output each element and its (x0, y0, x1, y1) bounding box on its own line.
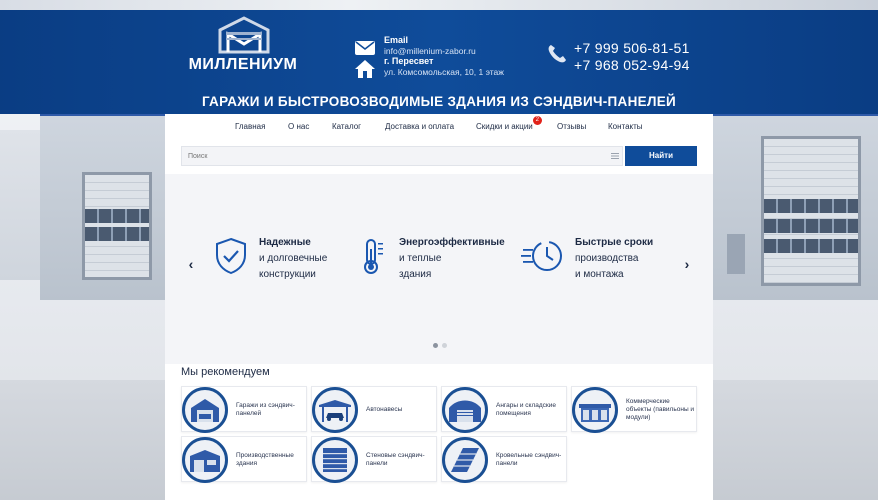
card-commercial[interactable]: Коммерческие объекты (павильоны и модули… (571, 386, 697, 433)
slider-dot-2[interactable] (442, 343, 447, 348)
slider-next-button[interactable]: › (677, 254, 697, 274)
carport-icon (319, 400, 351, 422)
discounts-badge: 2 (532, 116, 542, 125)
nav-item-delivery[interactable]: Доставка и оплата (385, 122, 454, 131)
thermometer-icon (364, 239, 383, 274)
phone-icon (548, 45, 566, 63)
phone-number-1[interactable]: +7 999 506-81-51 (574, 40, 690, 56)
logo-text: МИЛЛЕНИУМ (188, 56, 298, 73)
feature-fast-line2: производства (575, 253, 639, 264)
nav-item-about[interactable]: О нас (288, 122, 309, 131)
recommend-title: Мы рекомендуем (181, 366, 270, 378)
search-bar: Найти (181, 146, 697, 166)
envelope-icon (355, 41, 375, 55)
nav-item-contacts[interactable]: Контакты (608, 122, 643, 131)
garage-door (761, 136, 861, 286)
email-value[interactable]: info@millenium-zabor.ru (384, 46, 476, 56)
slider-dots (433, 343, 453, 349)
email-label: Email (384, 35, 409, 45)
address-city: г. Пересвет (384, 56, 434, 66)
feature-reliable: Надежные и долговечные конструкции (213, 233, 343, 285)
phone-number-2[interactable]: +7 968 052-94-94 (574, 57, 690, 73)
card-carports-label: Автонавесы (366, 406, 403, 413)
header-slogan: ГАРАЖИ И БЫСТРОВОЗВОДИМЫЕ ЗДАНИЯ ИЗ СЭНД… (201, 94, 677, 109)
contact-address: г. Пересвет ул. Комсомольская, 10, 1 эта… (354, 56, 534, 80)
nav-item-discounts-label: Скидки и акции (476, 122, 533, 131)
top-stripe (0, 0, 878, 10)
feature-reliable-line3: конструкции (259, 269, 316, 280)
site-header: МИЛЛЕНИУМ Email info@millenium-zabor.ru … (0, 10, 878, 114)
address-street: ул. Комсомольская, 10, 1 этаж (384, 67, 504, 77)
feature-energy-line2: и теплые (399, 253, 442, 264)
card-wall-panels-label: Стеновые сэндвич-панели (366, 452, 425, 467)
card-carports[interactable]: Автонавесы (311, 386, 437, 433)
card-roof-panels-label: Кровельные сэндвич-панели (496, 452, 562, 467)
roof-panel-icon (451, 448, 479, 472)
hangar-icon (449, 400, 481, 422)
nav-item-catalog[interactable]: Каталог (332, 122, 361, 131)
content-panel: Главная О нас Каталог Доставка и оплата … (165, 114, 713, 500)
background-warehouse-left (0, 110, 170, 500)
feature-reliable-title: Надежные (259, 237, 311, 248)
logo[interactable]: МИЛЛЕНИУМ (186, 16, 300, 78)
search-button[interactable]: Найти (625, 146, 697, 166)
background-warehouse-right (713, 110, 878, 500)
feature-fast: Быстрые сроки производства и монтажа (521, 233, 671, 285)
search-input[interactable] (181, 146, 623, 166)
card-hangars[interactable]: Ангары и складские помещения (441, 386, 567, 433)
card-garages[interactable]: Гаражи из сэндвич-панелей (181, 386, 307, 433)
main-nav: Главная О нас Каталог Доставка и оплата … (165, 114, 713, 140)
card-roof-panels[interactable]: Кровельные сэндвич-панели (441, 436, 567, 483)
nav-item-discounts[interactable]: Скидки и акции 2 (476, 116, 542, 131)
nav-item-home[interactable]: Главная (235, 122, 265, 131)
pavilion-icon (579, 404, 611, 422)
card-industrial[interactable]: Производственные здания (181, 436, 307, 483)
slider-prev-button[interactable]: ‹ (181, 254, 201, 274)
card-commercial-label: Коммерческие объекты (павильоны и модули… (626, 398, 695, 421)
feature-energy-title: Энергоэффективные (399, 237, 505, 248)
garage-icon (191, 399, 219, 422)
feature-energy: Энергоэффективные и теплые здания (355, 233, 505, 285)
factory-icon (190, 450, 220, 472)
shield-check-icon (216, 237, 246, 275)
contact-email[interactable]: Email info@millenium-zabor.ru (354, 35, 534, 59)
slider-dot-1[interactable] (433, 343, 438, 348)
feature-reliable-line2: и долговечные (259, 253, 328, 264)
fast-clock-icon (521, 241, 562, 271)
filter-lines-icon[interactable] (611, 152, 619, 160)
card-hangars-label: Ангары и складские помещения (496, 402, 557, 417)
feature-fast-line3: и монтажа (575, 269, 624, 280)
nav-item-reviews[interactable]: Отзывы (557, 122, 586, 131)
home-icon (355, 60, 375, 78)
feature-fast-title: Быстрые сроки (575, 237, 654, 248)
logo-house-icon (218, 16, 270, 54)
contact-phones: +7 999 506-81-51 +7 968 052-94-94 (546, 40, 696, 75)
garage-door (82, 172, 152, 280)
wall-panel-icon (323, 448, 347, 472)
card-wall-panels[interactable]: Стеновые сэндвич-панели (311, 436, 437, 483)
card-industrial-label: Производственные здания (236, 452, 294, 467)
feature-energy-line3: здания (399, 269, 432, 280)
card-garages-label: Гаражи из сэндвич-панелей (236, 402, 295, 417)
